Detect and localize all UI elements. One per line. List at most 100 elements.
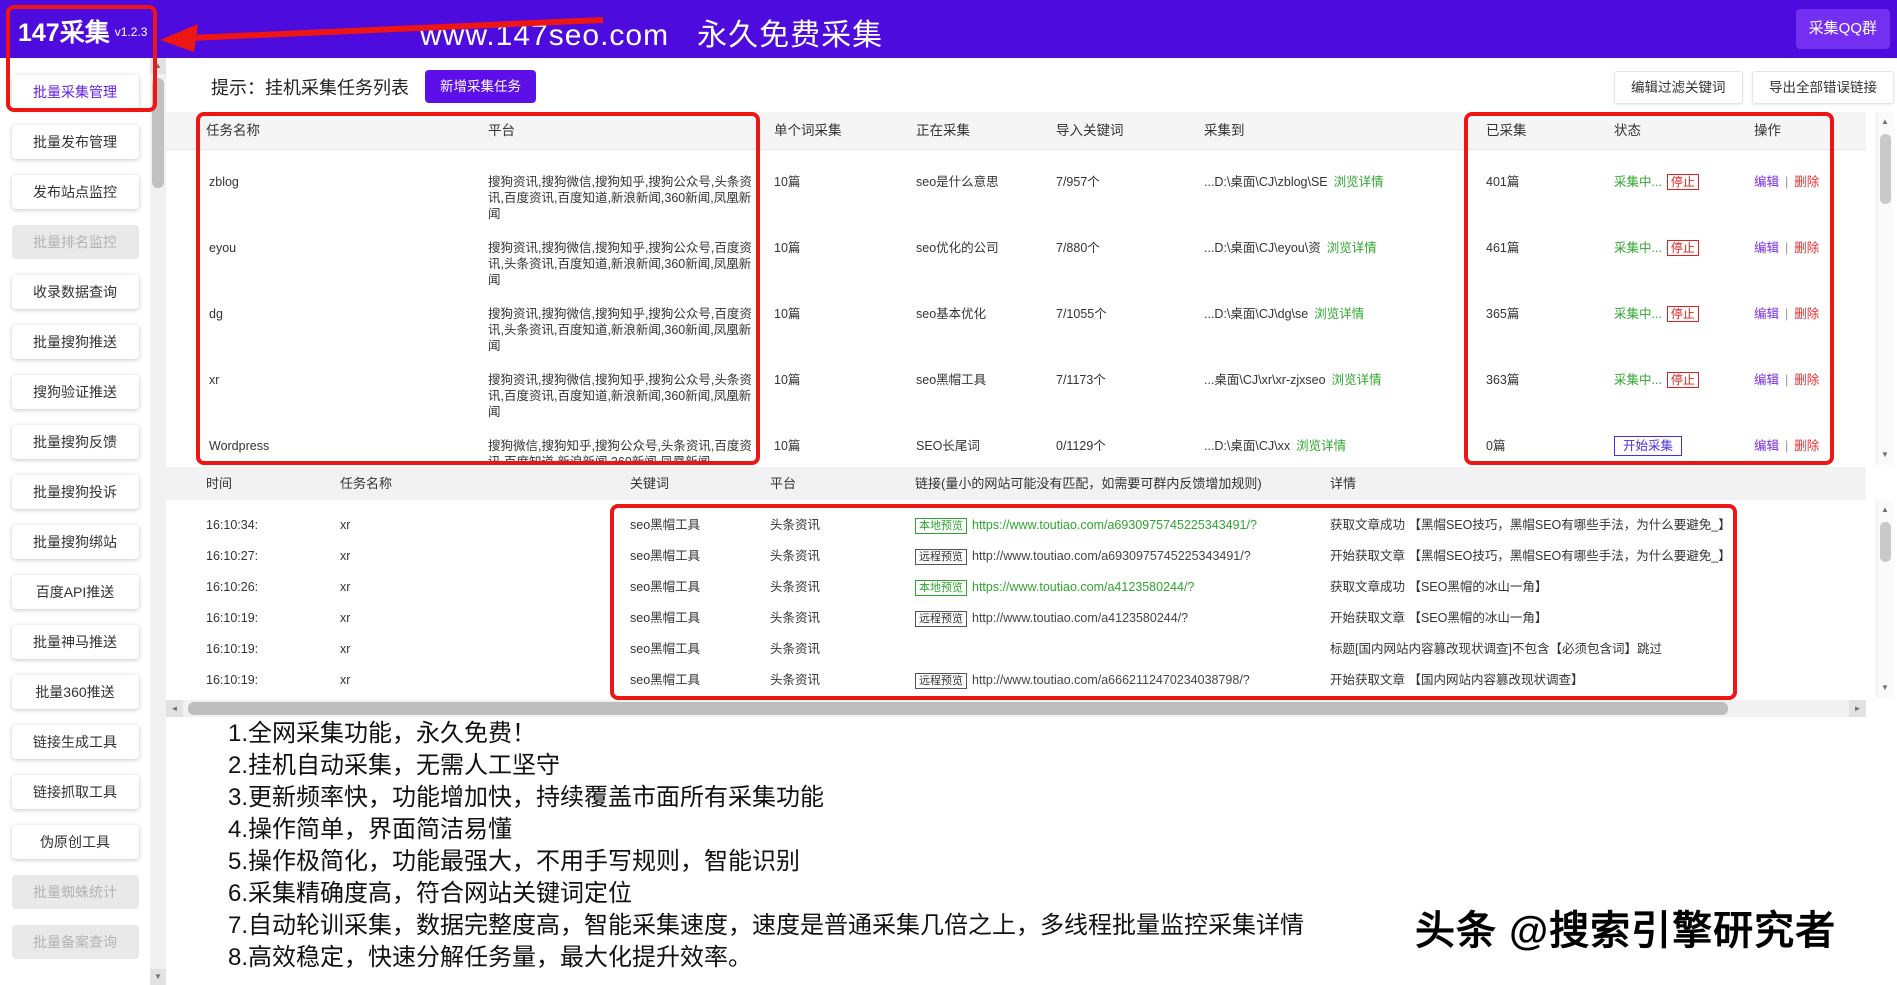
browse-detail-link[interactable]: 浏览详情 [1332,373,1382,387]
sidebar-item-index-data-query[interactable]: 收录数据查询 [12,275,139,309]
col-per-word: 单个词采集 [766,112,908,150]
article-url[interactable]: http://www.toutiao.com/a6930975745225343… [972,549,1251,563]
edit-filter-keywords-button[interactable]: 编辑过滤关键词 [1614,71,1743,104]
local-preview-badge[interactable]: 本地预览 [915,518,967,534]
scroll-up-icon[interactable]: ▲ [1877,502,1893,518]
sidebar-item-batch-sogou-feedback[interactable]: 批量搜狗反馈 [12,425,139,459]
col-actions: 操作 [1746,112,1866,150]
browse-detail-link[interactable]: 浏览详情 [1327,241,1377,255]
task-name-cell: Wordpress [166,428,480,465]
scroll-up-icon[interactable]: ▲ [150,58,166,74]
sidebar-item-batch-360-push[interactable]: 批量360推送 [12,675,139,709]
edit-link[interactable]: 编辑 [1754,241,1779,255]
log-task: xr [330,572,620,603]
sidebar-scrollbar[interactable]: ▲ ▼ [150,58,166,985]
log-time: 16:10:27: [166,541,330,572]
sidebar-item-batch-sogou-complaint[interactable]: 批量搜狗投诉 [12,475,139,509]
new-task-button[interactable]: 新增采集任务 [425,70,536,103]
stop-button[interactable]: 停止 [1667,306,1699,322]
save-to-cell: ...D:\桌面\CJ\xx浏览详情 [1196,428,1478,465]
log-platform: 头条资讯 [760,541,905,572]
qq-group-button[interactable]: 采集QQ群 [1796,9,1890,49]
sidebar-item-publish-site-monitor[interactable]: 发布站点监控 [12,175,139,209]
list-item: 16:10:19: xr seo黑帽工具 头条资讯 远程预览http://www… [166,603,1866,634]
actions-cell: 编辑|删除 [1746,362,1866,428]
scroll-left-icon[interactable]: ◄ [166,700,183,717]
tasks-table-header: 任务名称 平台 单个词采集 正在采集 导入关键词 采集到 已采集 状态 操作 [166,112,1866,150]
stop-button[interactable]: 停止 [1667,240,1699,256]
scroll-down-icon[interactable]: ▼ [1877,447,1893,463]
per-word-cell: 10篇 [766,296,908,362]
header-title: www.147seo.com 永久免费采集 [420,10,883,54]
scrollbar-thumb[interactable] [1880,134,1891,204]
sidebar-item-pseudo-original-tool[interactable]: 伪原创工具 [12,825,139,859]
delete-link[interactable]: 删除 [1794,175,1819,189]
edit-link[interactable]: 编辑 [1754,439,1779,453]
edit-link[interactable]: 编辑 [1754,373,1779,387]
task-name-cell: xr [166,362,480,428]
app-logo-text: 147采集 [18,19,110,47]
per-word-cell: 10篇 [766,428,908,465]
sidebar-item-batch-sogou-push[interactable]: 批量搜狗推送 [12,325,139,359]
stop-button[interactable]: 停止 [1667,174,1699,190]
delete-link[interactable]: 删除 [1794,373,1819,387]
col-imported-keywords: 导入关键词 [1048,112,1196,150]
delete-link[interactable]: 删除 [1794,241,1819,255]
status-collecting: 采集中... [1614,373,1662,387]
sidebar-item-batch-rank-monitor: 批量排名监控 [12,225,139,259]
collecting-cell: seo基本优化 [908,296,1048,362]
remote-preview-badge[interactable]: 远程预览 [915,611,967,627]
article-url[interactable]: http://www.toutiao.com/a6662112470234038… [972,673,1250,687]
browse-detail-link[interactable]: 浏览详情 [1334,175,1384,189]
logs-scrollbar[interactable]: ▲ ▼ [1876,500,1893,698]
article-url[interactable]: https://www.toutiao.com/a693097574522534… [972,518,1257,532]
sidebar-item-batch-collect-manage[interactable]: 批量采集管理 [12,75,139,109]
sidebar-item-baidu-api-push[interactable]: 百度API推送 [12,575,139,609]
col-status: 状态 [1606,112,1746,150]
sidebar-item-link-generate-tool[interactable]: 链接生成工具 [12,725,139,759]
platform-cell: 搜狗资讯,搜狗微信,搜狗知乎,搜狗公众号,头条资讯,百度资讯,百度知道,新浪新闻… [480,164,766,230]
article-url[interactable]: https://www.toutiao.com/a4123580244/? [972,580,1194,594]
col-detail: 详情 [1320,467,1866,500]
scroll-up-icon[interactable]: ▲ [1877,114,1893,130]
article-url[interactable]: http://www.toutiao.com/a4123580244/? [972,611,1188,625]
local-preview-badge[interactable]: 本地预览 [915,580,967,596]
log-link-cell: 远程预览 http://www.toutiao.com/a693097574522… [905,541,1320,572]
sidebar-item-batch-publish-manage[interactable]: 批量发布管理 [12,125,139,159]
col-task-name: 任务名称 [166,112,480,150]
platform-cell: 搜狗微信,搜狗知乎,搜狗公众号,头条资讯,百度资讯,百度知道,新浪新闻,360新… [480,428,766,465]
scrollbar-thumb[interactable] [152,78,164,188]
actions-cell: 编辑|删除 [1746,230,1866,296]
browse-detail-link[interactable]: 浏览详情 [1314,307,1364,321]
tasks-scrollbar[interactable]: ▲ ▼ [1876,112,1893,465]
scroll-down-icon[interactable]: ▼ [150,969,166,985]
collected-cell: 365篇 [1478,296,1606,362]
scroll-right-icon[interactable]: ► [1849,700,1866,717]
browse-detail-link[interactable]: 浏览详情 [1296,439,1346,453]
sidebar-item-batch-shenma-push[interactable]: 批量神马推送 [12,625,139,659]
sidebar-item-link-grab-tool[interactable]: 链接抓取工具 [12,775,139,809]
app-version: v1.2.3 [115,25,148,39]
scrollbar-thumb[interactable] [188,702,1728,715]
remote-preview-badge[interactable]: 远程预览 [915,673,967,689]
export-error-links-button[interactable]: 导出全部错误链接 [1752,71,1894,104]
scroll-down-icon[interactable]: ▼ [1877,680,1893,696]
horizontal-scrollbar[interactable]: ◄ ► [166,700,1866,717]
edit-link[interactable]: 编辑 [1754,307,1779,321]
col-collected: 已采集 [1478,112,1606,150]
edit-link[interactable]: 编辑 [1754,175,1779,189]
log-keyword: seo黑帽工具 [620,572,760,603]
scrollbar-thumb[interactable] [1880,522,1891,562]
start-collect-button[interactable]: 开始采集 [1614,436,1682,456]
delete-link[interactable]: 删除 [1794,439,1819,453]
sidebar-item-batch-sogou-bind[interactable]: 批量搜狗绑站 [12,525,139,559]
remote-preview-badge[interactable]: 远程预览 [915,549,967,565]
stop-button[interactable]: 停止 [1667,372,1699,388]
keywords-cell: 0/1129个 [1048,428,1196,465]
feature-list: 1.全网采集功能，永久免费！ 2.挂机自动采集，无需人工坚守 3.更新频率快，功… [228,718,1304,974]
sidebar-item-sogou-verify-push[interactable]: 搜狗验证推送 [12,375,139,409]
col-link: 链接(量小的网站可能没有匹配，如需要可群内反馈增加规则) [905,467,1320,500]
delete-link[interactable]: 删除 [1794,307,1819,321]
status-collecting: 采集中... [1614,307,1662,321]
log-keyword: seo黑帽工具 [620,603,760,634]
